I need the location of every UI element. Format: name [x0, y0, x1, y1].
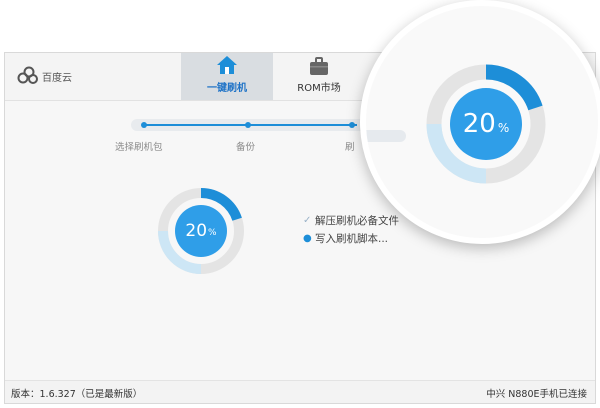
- briefcase-icon: [310, 57, 328, 75]
- status-bar: 版本：1.6.327（已是最新版） 中兴 N880E手机已连接: [5, 380, 595, 403]
- check-icon: ✓: [303, 214, 312, 226]
- progress-ring-graphic: [158, 188, 244, 274]
- progress-ring: 20 %: [155, 185, 247, 277]
- bullet-icon: ●: [303, 232, 312, 244]
- task-text: 写入刷机脚本...: [315, 232, 389, 245]
- step-label: 备份: [236, 142, 256, 153]
- step-dot: [141, 122, 147, 128]
- cloud-icon: [17, 66, 38, 84]
- home-icon: [217, 56, 237, 74]
- percent-sign: %: [497, 121, 510, 135]
- percent-number: 20: [462, 109, 496, 139]
- zoom-magnifier: 20 %: [360, 0, 600, 244]
- brand-logo: 百度云: [17, 65, 72, 87]
- task-text: 解压刷机必备文件: [315, 214, 399, 227]
- step-label: 选择刷机包: [115, 142, 163, 153]
- step-dot: [245, 122, 251, 128]
- stepper-fragment: [366, 130, 406, 142]
- tab-one-key-flash[interactable]: 一键刷机: [181, 53, 273, 100]
- step-dot: [349, 122, 355, 128]
- flash-stepper: [131, 119, 391, 131]
- zoomed-percent: 20 %: [422, 60, 550, 188]
- tab-rom-market[interactable]: ROM市场: [273, 53, 365, 100]
- task-item: ✓ 解压刷机必备文件: [303, 211, 399, 229]
- tab-label: ROM市场: [297, 83, 341, 94]
- zoomed-progress-ring: 20 %: [422, 60, 550, 188]
- version-text: 版本：1.6.327（已是最新版）: [11, 389, 143, 400]
- task-list: ✓ 解压刷机必备文件 ● 写入刷机脚本...: [303, 211, 399, 247]
- tab-label: 一键刷机: [207, 83, 247, 94]
- task-item: ● 写入刷机脚本...: [303, 229, 399, 247]
- step-label: 刷: [345, 142, 355, 153]
- brand-name: 百度云: [42, 72, 72, 84]
- device-status: 中兴 N880E手机已连接: [486, 389, 587, 400]
